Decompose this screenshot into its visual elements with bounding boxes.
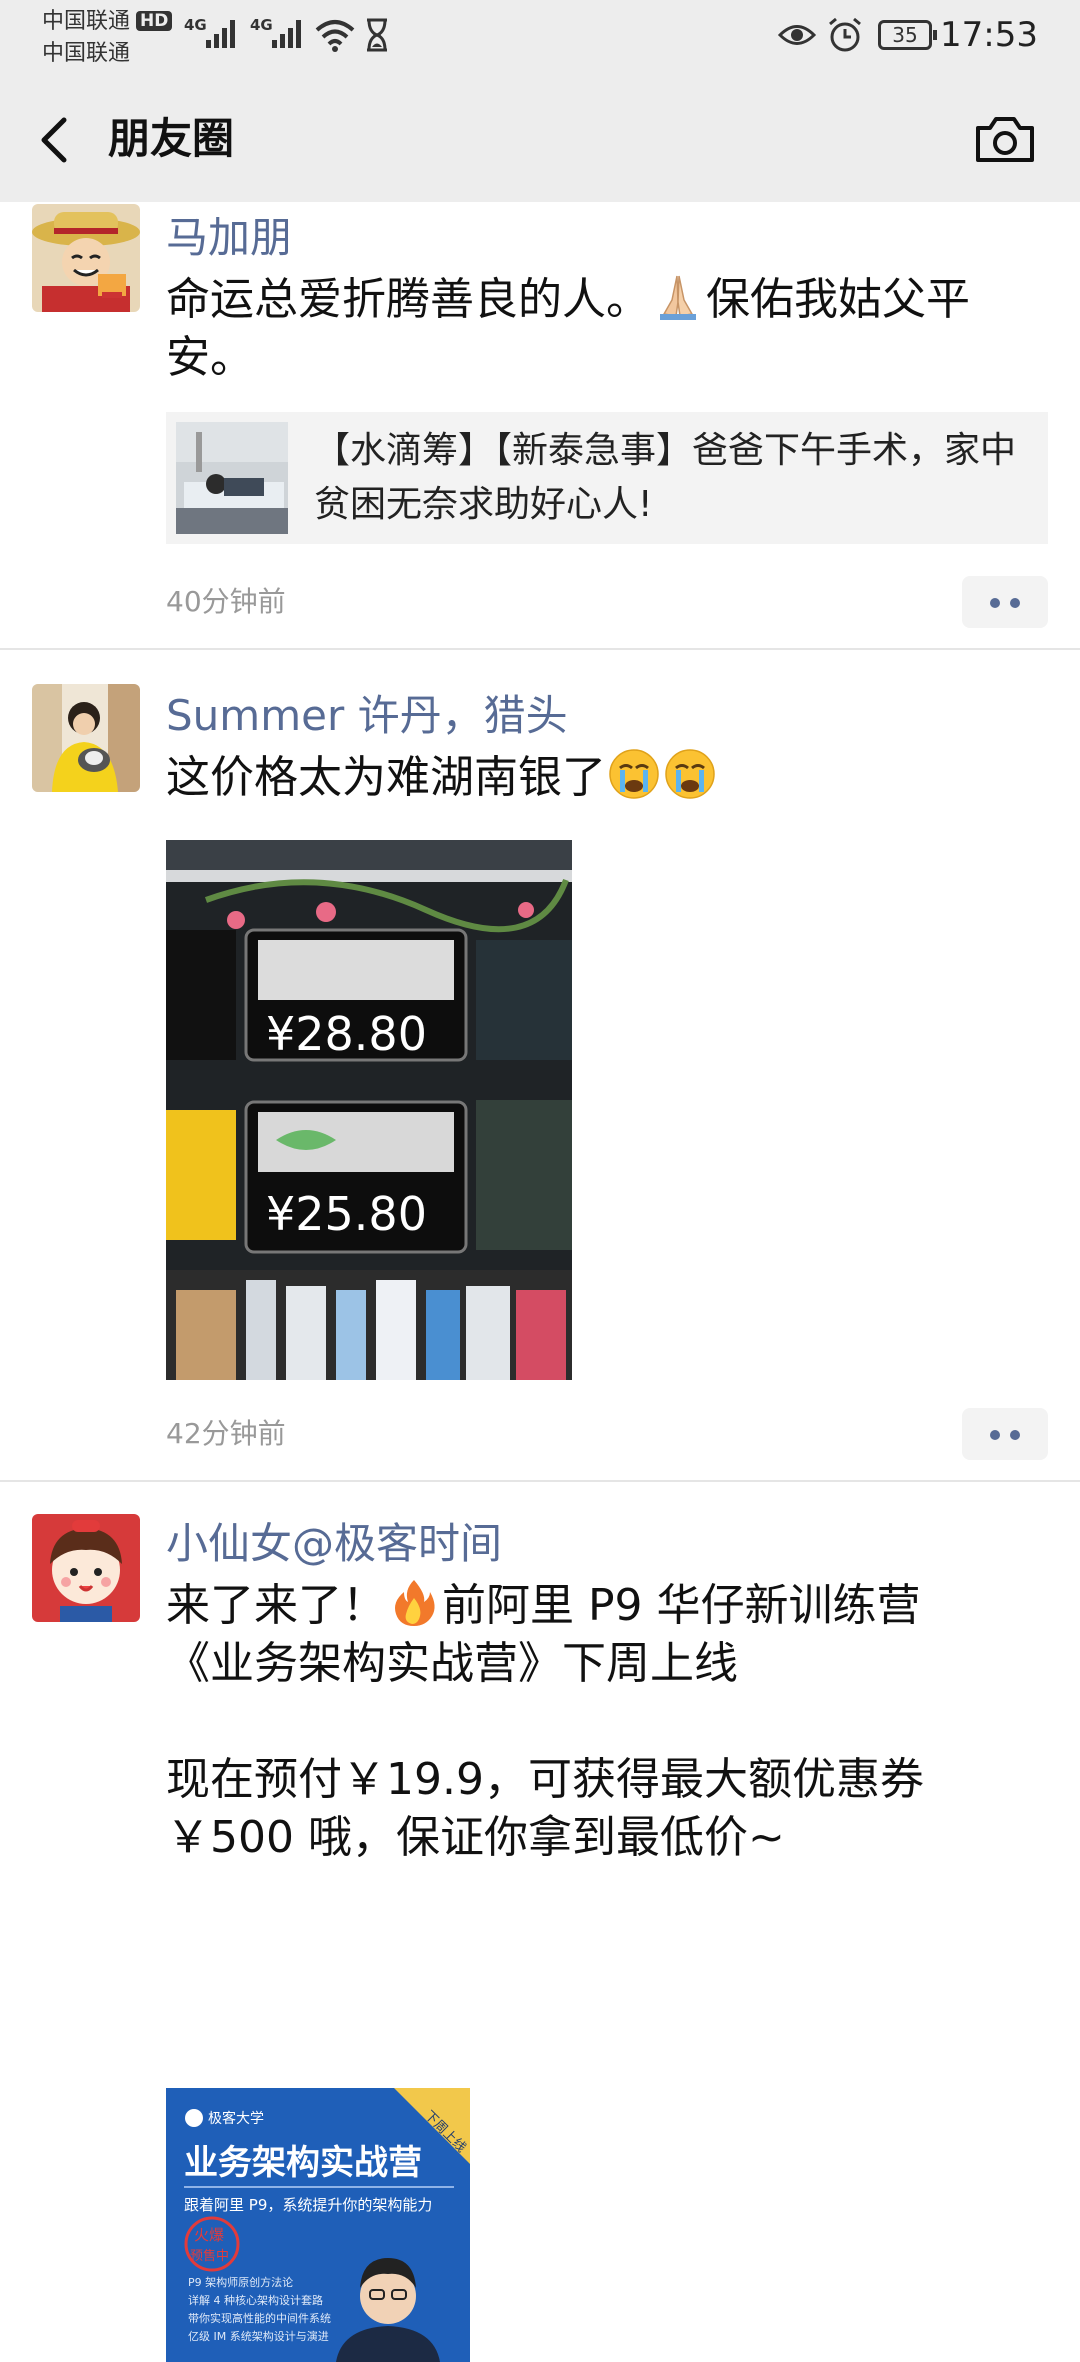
poster-bullet: 亿级 IM 系统架构设计与演进 — [188, 2329, 329, 2343]
signal-icon: 4G — [250, 16, 308, 50]
moment-post: Summer 许丹，猎头 这价格太为难湖南银了 ¥28.80 ¥25.80 42… — [0, 650, 1080, 1482]
signal-icon: 4G — [184, 16, 242, 50]
battery-level: 35 — [892, 23, 918, 47]
post-author-name[interactable]: Summer 许丹，猎头 — [166, 688, 568, 744]
post-text-line: 来了来了！ 前阿里 P9 华仔新训练营 — [166, 1576, 1046, 1635]
dot-icon — [1010, 598, 1020, 608]
dot-icon — [990, 1430, 1000, 1440]
wifi-icon — [315, 20, 355, 52]
post-text-line: 现在预付￥19.9，可获得最大额优惠券 — [166, 1754, 924, 1805]
post-text-part: 命运总爱折腾善良的人。 — [166, 274, 650, 325]
crying-face-emoji — [665, 749, 715, 799]
post-text: 来了来了！ 前阿里 P9 华仔新训练营 《业务架构实战营》下周上线 现在预付￥19.… — [166, 1576, 1046, 1867]
battery-icon: 35 — [878, 20, 937, 50]
fire-emoji — [395, 1580, 435, 1626]
poster-graphic: 下周上线 极客大学 业务架构实战营 跟着阿里 P9，系统提升你的架构能力 火爆 … — [166, 2088, 470, 2362]
camera-icon — [976, 117, 1034, 162]
link-thumbnail — [176, 422, 288, 534]
dot-icon — [990, 598, 1000, 608]
camera-button[interactable] — [972, 106, 1038, 172]
post-timestamp: 40分钟前 — [166, 585, 286, 618]
back-button[interactable] — [30, 106, 90, 172]
avatar-image — [32, 204, 140, 312]
post-text-line: ￥500 哦，保证你拿到最低价~ — [166, 1812, 785, 1863]
avatar[interactable] — [32, 1514, 140, 1622]
back-arrow-icon — [41, 117, 67, 163]
poster-title: 业务架构实战营 — [184, 2143, 422, 2183]
avatar-image — [32, 684, 140, 792]
post-actions-button[interactable] — [962, 576, 1048, 628]
avatar[interactable] — [32, 684, 140, 792]
poster-brand: 极客大学 — [208, 2110, 264, 2127]
post-author-name[interactable]: 小仙女@极客时间 — [166, 1516, 502, 1572]
poster-stamp: 预售中 — [190, 2248, 229, 2264]
dot-icon — [1010, 1430, 1020, 1440]
avatar-image — [32, 1514, 140, 1622]
post-photo[interactable]: ¥28.80 ¥25.80 — [166, 840, 572, 1380]
post-text-line: 《业务架构实战营》下周上线 — [166, 1638, 738, 1689]
top-nav-bar: 朋友圈 — [0, 76, 1080, 202]
post-actions-button[interactable] — [962, 1408, 1048, 1460]
folded-hands-emoji — [660, 275, 696, 320]
poster-bullet: 详解 4 种核心架构设计套路 — [188, 2293, 323, 2307]
hd-badge: HD — [136, 11, 173, 31]
post-text-part: 来了来了！ — [166, 1580, 386, 1631]
carrier-info: 中国联通 HD 中国联通 — [42, 6, 173, 70]
avatar[interactable] — [32, 204, 140, 312]
clock: 17:53 — [940, 15, 1038, 55]
post-text-part: 这价格太为难湖南银了 — [166, 752, 606, 803]
course-poster[interactable]: 下周上线 极客大学 业务架构实战营 跟着阿里 P9，系统提升你的架构能力 火爆 … — [166, 2088, 470, 2362]
price-tag-photo: ¥28.80 ¥25.80 — [166, 840, 572, 1380]
carrier-1-label: 中国联通 — [42, 9, 131, 34]
price-text: ¥25.80 — [266, 1187, 427, 1241]
post-text: 这价格太为难湖南银了 — [166, 748, 1046, 807]
alarm-icon — [829, 17, 861, 52]
moment-post: 小仙女@极客时间 来了来了！ 前阿里 P9 华仔新训练营 《业务架构实战营》下周上… — [0, 1482, 1080, 2362]
moment-post: 马加朋 命运总爱折腾善良的人。 保佑我姑父平安。 【水滴筹】【新泰急事】爸爸下午… — [0, 202, 1080, 650]
poster-bullet: 带你实现高性能的中间件系统 — [188, 2311, 331, 2325]
post-text: 命运总爱折腾善良的人。 保佑我姑父平安。 — [166, 270, 1046, 387]
poster-bullet: P9 架构师原创方法论 — [188, 2275, 293, 2289]
hourglass-icon — [367, 18, 387, 52]
price-text: ¥28.80 — [266, 1007, 427, 1061]
shared-link-card[interactable]: 【水滴筹】【新泰急事】爸爸下午手术，家中贫困无奈求助好心人! — [166, 412, 1048, 544]
carrier-2-label: 中国联通 — [42, 41, 131, 66]
crying-face-emoji — [609, 749, 659, 799]
link-title: 【水滴筹】【新泰急事】爸爸下午手术，家中贫困无奈求助好心人! — [314, 430, 1017, 525]
post-author-name[interactable]: 马加朋 — [166, 210, 292, 266]
poster-stamp: 火爆 — [194, 2226, 224, 2244]
status-bar: 中国联通 HD 中国联通 4G 4G 35 17:53 — [0, 0, 1080, 76]
post-text-part: 前阿里 P9 华仔新训练营 — [442, 1580, 921, 1631]
post-timestamp: 42分钟前 — [166, 1417, 286, 1450]
poster-subtitle: 跟着阿里 P9，系统提升你的架构能力 — [184, 2196, 432, 2214]
page-title: 朋友圈 — [108, 114, 235, 163]
eye-comfort-icon — [778, 25, 816, 45]
